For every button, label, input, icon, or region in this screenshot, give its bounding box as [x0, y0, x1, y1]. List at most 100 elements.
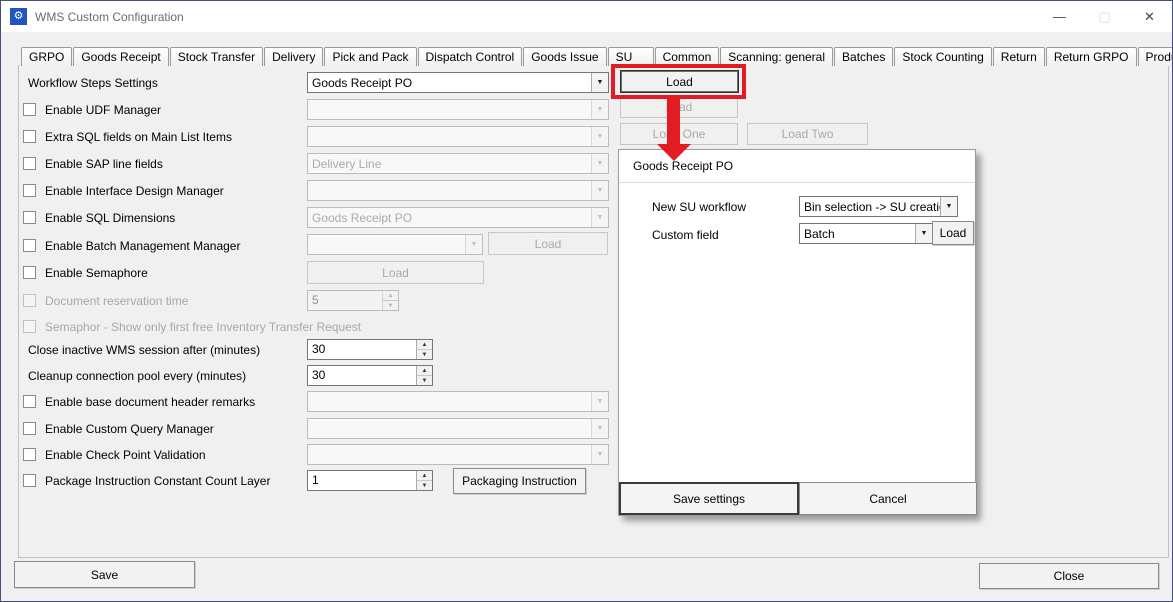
highlight-rectangle — [611, 64, 746, 99]
chevron-down-icon[interactable]: ▼ — [915, 224, 932, 243]
close-inactive-wms-session-after-minutes-spinner[interactable]: 30▲▼ — [307, 339, 433, 360]
document-reservation-time-spinner-value: 5 — [308, 291, 382, 310]
chevron-down-icon: ▼ — [591, 127, 608, 146]
cleanup-connection-pool-every-minutes-spinner[interactable]: 30▲▼ — [307, 365, 433, 386]
extra-sql-fields-on-main-list-items-checkbox[interactable] — [23, 130, 36, 143]
spinner-down-icon[interactable]: ▼ — [417, 376, 432, 385]
annotation-arrow-head — [657, 144, 691, 161]
new-su-workflow-label: New SU workflow — [652, 200, 746, 214]
chevron-down-icon: ▼ — [591, 392, 608, 411]
close-inactive-wms-session-after-minutes-label: Close inactive WMS session after (minute… — [28, 343, 260, 358]
cleanup-connection-pool-every-minutes-spinner-value: 30 — [308, 366, 416, 385]
custom-field-label: Custom field — [652, 228, 719, 242]
enable-batch-management-manager-checkbox[interactable] — [23, 239, 36, 252]
enable-batch-management-manager-label: Enable Batch Management Manager — [45, 239, 240, 254]
tab-stock-counting[interactable]: Stock Counting — [894, 47, 991, 66]
enable-batch-management-manager-combobox: ▼ — [307, 234, 483, 255]
chevron-down-icon: ▼ — [591, 100, 608, 119]
chevron-down-icon: ▼ — [591, 208, 608, 227]
save-button[interactable]: Save — [14, 561, 195, 588]
spinner-down-icon[interactable]: ▼ — [417, 350, 432, 359]
window-title: WMS Custom Configuration — [35, 10, 184, 24]
document-reservation-time-spinner: 5▲▼ — [307, 290, 399, 311]
tab-dispatch-control[interactable]: Dispatch Control — [418, 47, 523, 66]
enable-base-document-header-remarks-label: Enable base document header remarks — [45, 395, 255, 410]
close-button[interactable]: Close — [979, 563, 1159, 589]
cleanup-connection-pool-every-minutes-label: Cleanup connection pool every (minutes) — [28, 369, 246, 384]
tab-grpo[interactable]: GRPO — [21, 47, 72, 66]
enable-check-point-validation-checkbox[interactable] — [23, 448, 36, 461]
spinner-down-icon: ▼ — [383, 301, 398, 310]
package-instruction-constant-count-layer-label: Package Instruction Constant Count Layer — [45, 474, 270, 489]
chevron-down-icon: ▼ — [591, 181, 608, 200]
enable-semaphore-checkbox[interactable] — [23, 266, 36, 279]
tab-stock-transfer[interactable]: Stock Transfer — [170, 47, 263, 66]
workflow-steps-settings-combobox[interactable]: Goods Receipt PO▼ — [307, 72, 609, 93]
semaphor-show-only-first-free-inventory-transfer-request-label: Semaphor - Show only first free Inventor… — [45, 320, 361, 335]
cancel-button[interactable]: Cancel — [799, 482, 977, 515]
spinner-up-icon[interactable]: ▲ — [417, 366, 432, 376]
enable-udf-manager-combobox: ▼ — [307, 99, 609, 120]
chevron-down-icon: ▼ — [591, 445, 608, 464]
package-instruction-constant-count-layer-spinner[interactable]: 1▲▼ — [307, 470, 433, 491]
minimize-button[interactable]: — — [1037, 1, 1082, 32]
chevron-down-icon: ▼ — [591, 154, 608, 173]
enable-udf-manager-checkbox[interactable] — [23, 103, 36, 116]
spinner-up-icon[interactable]: ▲ — [417, 340, 432, 350]
workflow-steps-settings-label: Workflow Steps Settings — [28, 76, 158, 91]
wms-custom-configuration-window: ⚙ WMS Custom Configuration — ▢ ✕ GRPOGoo… — [0, 0, 1173, 602]
tab-goods-issue[interactable]: Goods Issue — [523, 47, 606, 66]
tab-delivery[interactable]: Delivery — [264, 47, 323, 66]
dialog-load-button[interactable]: Load — [932, 221, 974, 245]
tab-production[interactable]: Production — [1138, 47, 1173, 66]
enable-sap-line-fields-checkbox[interactable] — [23, 157, 36, 170]
enable-sql-dimensions-checkbox[interactable] — [23, 211, 36, 224]
custom-field-combobox[interactable]: Batch ▼ — [799, 223, 933, 244]
enable-sql-dimensions-combobox: Goods Receipt PO▼ — [307, 207, 609, 228]
close-inactive-wms-session-after-minutes-spinner-value: 30 — [308, 340, 416, 359]
tab-return-grpo[interactable]: Return GRPO — [1046, 47, 1137, 66]
close-window-button[interactable]: ✕ — [1127, 1, 1172, 32]
spinner-up-icon: ▲ — [383, 291, 398, 301]
save-settings-button[interactable]: Save settings — [619, 482, 799, 515]
load-button: Load — [488, 232, 608, 255]
enable-sap-line-fields-combobox: Delivery Line▼ — [307, 153, 609, 174]
enable-custom-query-manager-checkbox[interactable] — [23, 422, 36, 435]
maximize-button[interactable]: ▢ — [1082, 1, 1127, 32]
enable-sql-dimensions-combobox-value: Goods Receipt PO — [308, 211, 591, 225]
enable-interface-design-manager-checkbox[interactable] — [23, 184, 36, 197]
enable-sql-dimensions-label: Enable SQL Dimensions — [45, 211, 175, 226]
enable-check-point-validation-combobox: ▼ — [307, 444, 609, 465]
spinner-down-icon[interactable]: ▼ — [417, 481, 432, 490]
new-su-workflow-combobox[interactable]: Bin selection -> SU creation ▼ — [799, 196, 958, 217]
tab-pick-and-pack[interactable]: Pick and Pack — [324, 47, 416, 66]
package-instruction-constant-count-layer-spinner-value: 1 — [308, 471, 416, 490]
semaphor-show-only-first-free-inventory-transfer-request-checkbox — [23, 320, 36, 333]
title-bar: ⚙ WMS Custom Configuration — ▢ ✕ — [1, 1, 1172, 32]
enable-udf-manager-label: Enable UDF Manager — [45, 103, 161, 118]
enable-sap-line-fields-combobox-value: Delivery Line — [308, 157, 591, 171]
chevron-down-icon: ▼ — [465, 235, 482, 254]
tab-goods-receipt[interactable]: Goods Receipt — [73, 47, 168, 66]
enable-interface-design-manager-label: Enable Interface Design Manager — [45, 184, 224, 199]
tab-strip: GRPOGoods ReceiptStock TransferDeliveryP… — [21, 47, 1173, 66]
chevron-down-icon[interactable]: ▼ — [591, 73, 608, 92]
gears-icon: ⚙ — [10, 8, 27, 25]
packaging-instruction-button[interactable]: Packaging Instruction — [453, 468, 586, 494]
tab-return[interactable]: Return — [993, 47, 1045, 66]
enable-custom-query-manager-label: Enable Custom Query Manager — [45, 422, 214, 437]
package-instruction-constant-count-layer-checkbox[interactable] — [23, 474, 36, 487]
enable-semaphore-label: Enable Semaphore — [45, 266, 148, 281]
spinner-up-icon[interactable]: ▲ — [417, 471, 432, 481]
enable-interface-design-manager-combobox: ▼ — [307, 180, 609, 201]
extra-sql-fields-on-main-list-items-label: Extra SQL fields on Main List Items — [45, 130, 232, 145]
enable-semaphore-load-button: Load — [307, 261, 484, 284]
goods-receipt-po-dialog: Goods Receipt PO New SU workflow Bin sel… — [618, 149, 976, 516]
enable-base-document-header-remarks-checkbox[interactable] — [23, 395, 36, 408]
annotation-arrow — [667, 97, 680, 145]
chevron-down-icon[interactable]: ▼ — [940, 197, 957, 216]
enable-check-point-validation-label: Enable Check Point Validation — [45, 448, 206, 463]
document-reservation-time-label: Document reservation time — [45, 294, 188, 309]
enable-base-document-header-remarks-combobox: ▼ — [307, 391, 609, 412]
tab-batches[interactable]: Batches — [834, 47, 893, 66]
